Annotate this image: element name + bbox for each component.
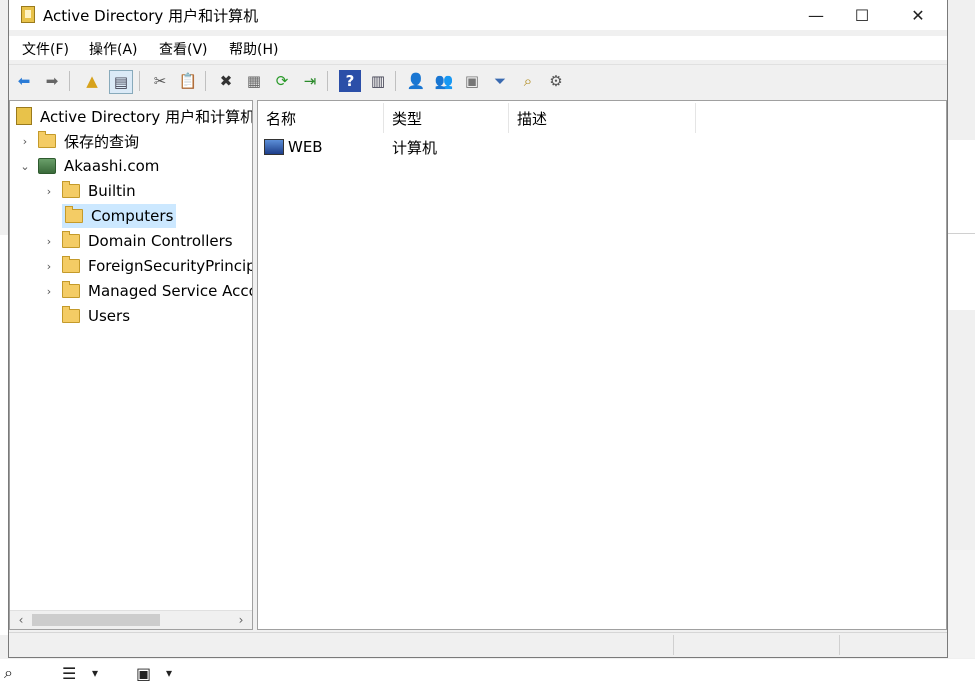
tree-item-users[interactable]: Users (42, 304, 130, 328)
scroll-right-arrow-icon[interactable]: › (232, 611, 250, 629)
list-item[interactable]: WEB 计算机 (264, 135, 564, 159)
horizontal-scrollbar[interactable]: ‹ › (10, 610, 252, 629)
toolbar-separator (327, 71, 328, 91)
column-header-name[interactable]: 名称 (258, 103, 384, 133)
background-window-left (0, 235, 8, 635)
chevron-right-icon[interactable]: › (18, 134, 32, 148)
ad-root-icon (16, 107, 32, 125)
app-window: Active Directory 用户和计算机 — ☐ ✕ 文件(F) 操作(A… (8, 0, 948, 658)
tree-item-label: Domain Controllers (88, 232, 233, 250)
show-tree-icon[interactable]: ▤ (109, 70, 133, 94)
new-group-icon[interactable]: 👥 (433, 70, 455, 92)
chevron-down-icon[interactable]: ▾ (166, 662, 172, 684)
tree-item-domain[interactable]: ⌄ Akaashi.com (18, 154, 159, 178)
export-icon[interactable]: ⇥ (299, 70, 321, 92)
tree-expander-empty (42, 309, 56, 323)
toolbar-separator (395, 71, 396, 91)
show-pane-icon[interactable]: ▥ (367, 70, 389, 92)
search-icon[interactable]: ⌕ (4, 662, 13, 684)
column-header-type[interactable]: 类型 (384, 103, 509, 133)
status-separator (673, 635, 674, 655)
list-item-name: WEB (288, 138, 323, 156)
forward-icon[interactable]: ➡ (41, 70, 63, 92)
add-to-group-icon[interactable]: ⚙ (545, 70, 567, 92)
save-icon[interactable]: ▣ (136, 662, 151, 684)
folder-icon (62, 181, 80, 198)
folder-icon (65, 206, 83, 223)
close-button[interactable]: ✕ (895, 0, 941, 30)
scroll-left-arrow-icon[interactable]: ‹ (12, 611, 30, 629)
find-icon[interactable]: ⌕ (517, 70, 539, 92)
tree-item-label: 保存的查询 (64, 132, 140, 151)
tree-item-managed-service-accounts[interactable]: › Managed Service Acco (42, 279, 253, 303)
list-item-type: 计算机 (392, 138, 438, 157)
ou-folder-icon (62, 231, 80, 248)
ad-app-icon (21, 6, 35, 23)
toolbar-separator (205, 71, 206, 91)
domain-icon (38, 158, 56, 174)
menu-action[interactable]: 操作(A) (89, 39, 138, 59)
tree-item-computers[interactable]: Computers (42, 204, 177, 228)
menu-file[interactable]: 文件(F) (22, 39, 69, 59)
background-divider (948, 233, 975, 234)
tree-item-label: Managed Service Acco (88, 282, 253, 300)
window-title: Active Directory 用户和计算机 (43, 7, 259, 25)
tree-expander-empty (42, 209, 56, 223)
background-window-right (948, 140, 975, 310)
status-bar (9, 632, 947, 657)
chevron-down-icon[interactable]: ▾ (92, 662, 98, 684)
title-bar: Active Directory 用户和计算机 — ☐ ✕ (9, 0, 947, 30)
console-tree-pane: Active Directory 用户和计算机 › 保存的查询 ⌄ Akaash… (9, 100, 253, 630)
list-menu-icon[interactable]: ☰ (62, 662, 76, 684)
taskbar: ⌕ ☰ ▾ ▣ ▾ (0, 659, 975, 685)
toolbar-separator (139, 71, 140, 91)
tree-item-label: Akaashi.com (64, 157, 160, 175)
tree-item-foreign-security-principals[interactable]: › ForeignSecurityPrincipa (42, 254, 253, 278)
up-folder-icon[interactable]: ▲ (81, 70, 103, 92)
tree-item-label: Computers (91, 207, 174, 225)
folder-icon (62, 256, 80, 273)
menu-bar: 文件(F) 操作(A) 查看(V) 帮助(H) (9, 36, 947, 60)
folder-icon (62, 281, 80, 298)
background-window-right-lower (948, 550, 975, 658)
refresh-icon[interactable]: ⟳ (271, 70, 293, 92)
chevron-right-icon[interactable]: › (42, 259, 56, 273)
menu-view[interactable]: 查看(V) (159, 39, 208, 59)
tree-item-saved-queries[interactable]: › 保存的查询 (18, 129, 139, 153)
status-separator (839, 635, 840, 655)
details-pane: 名称 类型 描述 WEB 计算机 (257, 100, 947, 630)
computer-icon (264, 139, 284, 155)
menu-help[interactable]: 帮助(H) (229, 39, 278, 59)
tree-item-label: Users (88, 307, 131, 325)
tree-item-builtin[interactable]: › Builtin (42, 179, 136, 203)
toolbar: ⬅ ➡ ▲ ▤ ✂ 📋 ✖ ▦ ⟳ ⇥ ? ▥ 👤 👥 ▣ ⏷ ⌕ ⚙ (9, 64, 947, 97)
minimize-button[interactable]: — (793, 0, 839, 30)
cut-icon[interactable]: ✂ (149, 70, 171, 92)
new-ou-icon[interactable]: ▣ (461, 70, 483, 92)
back-icon[interactable]: ⬅ (13, 70, 35, 92)
chevron-right-icon[interactable]: › (42, 234, 56, 248)
tree-root[interactable]: Active Directory 用户和计算机 (16, 104, 253, 128)
tree-item-label: ForeignSecurityPrincipa (88, 257, 253, 275)
tree-selection-highlight: Computers (62, 204, 177, 228)
new-user-icon[interactable]: 👤 (405, 70, 427, 92)
help-icon[interactable]: ? (339, 70, 361, 92)
toolbar-separator (69, 71, 70, 91)
folder-icon (62, 306, 80, 323)
scrollbar-thumb[interactable] (32, 614, 160, 626)
tree-root-label: Active Directory 用户和计算机 (40, 107, 253, 126)
paste-icon[interactable]: 📋 (177, 70, 199, 92)
chevron-right-icon[interactable]: › (42, 284, 56, 298)
tree-item-label: Builtin (88, 182, 136, 200)
chevron-right-icon[interactable]: › (42, 184, 56, 198)
column-header-description[interactable]: 描述 (509, 103, 696, 133)
chevron-down-icon[interactable]: ⌄ (18, 159, 32, 173)
maximize-button[interactable]: ☐ (839, 0, 885, 30)
properties-icon[interactable]: ▦ (243, 70, 265, 92)
delete-icon[interactable]: ✖ (215, 70, 237, 92)
tree-item-domain-controllers[interactable]: › Domain Controllers (42, 229, 233, 253)
filter-icon[interactable]: ⏷ (489, 70, 511, 92)
folder-icon (38, 131, 56, 148)
